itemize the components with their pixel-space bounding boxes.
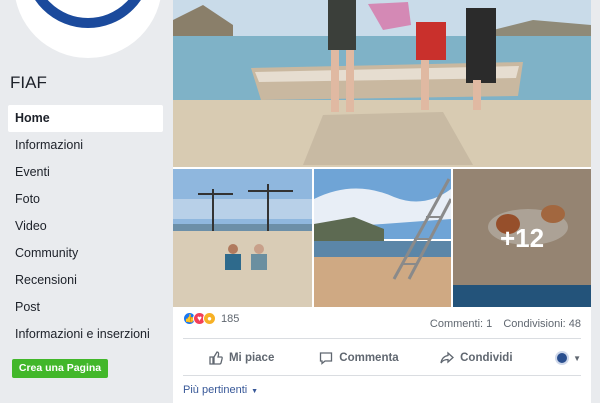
page-title[interactable]: FIAF	[10, 73, 47, 93]
like-button[interactable]: Mi piace	[183, 351, 300, 365]
logo-ring-shape	[24, 0, 152, 28]
avatar	[555, 351, 569, 365]
reaction-identity-picker[interactable]: ▼	[535, 351, 581, 365]
page-logo[interactable]	[14, 0, 162, 58]
post-stats: Commenti: 1 Condivisioni: 48	[422, 318, 581, 330]
nav-item-eventi[interactable]: Eventi	[8, 159, 163, 186]
divider	[183, 338, 581, 339]
share-button[interactable]: Condividi	[418, 351, 535, 365]
shares-count[interactable]: Condivisioni: 48	[503, 318, 581, 330]
comment-sort-dropdown[interactable]: Più pertinenti ▼	[183, 384, 258, 396]
ladder-sea-photo	[314, 169, 451, 307]
share-arrow-icon	[440, 351, 454, 365]
nav-item-informazioni[interactable]: Informazioni	[8, 132, 163, 159]
divider	[183, 375, 581, 376]
beach-boat-photo	[173, 0, 591, 167]
like-label: Mi piace	[229, 352, 274, 364]
sort-label: Più pertinenti	[183, 384, 247, 396]
right-gutter	[591, 0, 600, 403]
post-photo-cranes[interactable]	[173, 169, 312, 307]
left-sidebar: FIAF Home Informazioni Eventi Foto Video…	[0, 0, 172, 403]
share-label: Condividi	[460, 352, 512, 364]
nav-item-home[interactable]: Home	[8, 105, 163, 132]
post-card: +12 👍 ♥ ● 185 Commenti: 1 Condivisioni: …	[173, 0, 591, 403]
cranes-beach-photo	[173, 169, 312, 307]
nav-item-post[interactable]: Post	[8, 294, 163, 321]
post-actions: Mi piace Commenta Condividi ▼	[183, 345, 581, 371]
reactions-summary[interactable]: 👍 ♥ ● 185	[183, 312, 239, 325]
post-photo-main[interactable]	[173, 0, 591, 167]
comment-label: Commenta	[339, 352, 398, 364]
nav-item-community[interactable]: Community	[8, 240, 163, 267]
post-photo-ladder[interactable]	[314, 169, 451, 307]
comment-bubble-icon	[319, 351, 333, 365]
thumbs-up-icon	[209, 351, 223, 365]
comment-button[interactable]: Commenta	[300, 351, 417, 365]
nav-item-video[interactable]: Video	[8, 213, 163, 240]
chevron-down-icon: ▼	[249, 388, 258, 395]
page-nav: Home Informazioni Eventi Foto Video Comm…	[8, 105, 163, 348]
chevron-down-icon: ▼	[573, 354, 581, 363]
reactions-count: 185	[221, 313, 239, 325]
more-photos-overlay[interactable]: +12	[453, 169, 591, 307]
comments-count[interactable]: Commenti: 1	[430, 318, 492, 330]
nav-item-recensioni[interactable]: Recensioni	[8, 267, 163, 294]
nav-item-foto[interactable]: Foto	[8, 186, 163, 213]
wow-reaction-icon: ●	[203, 312, 216, 325]
post-photo-dog[interactable]: +12	[453, 169, 591, 307]
create-page-button[interactable]: Crea una Pagina	[12, 359, 108, 378]
nav-item-info-ads[interactable]: Informazioni e inserzioni	[8, 321, 163, 348]
